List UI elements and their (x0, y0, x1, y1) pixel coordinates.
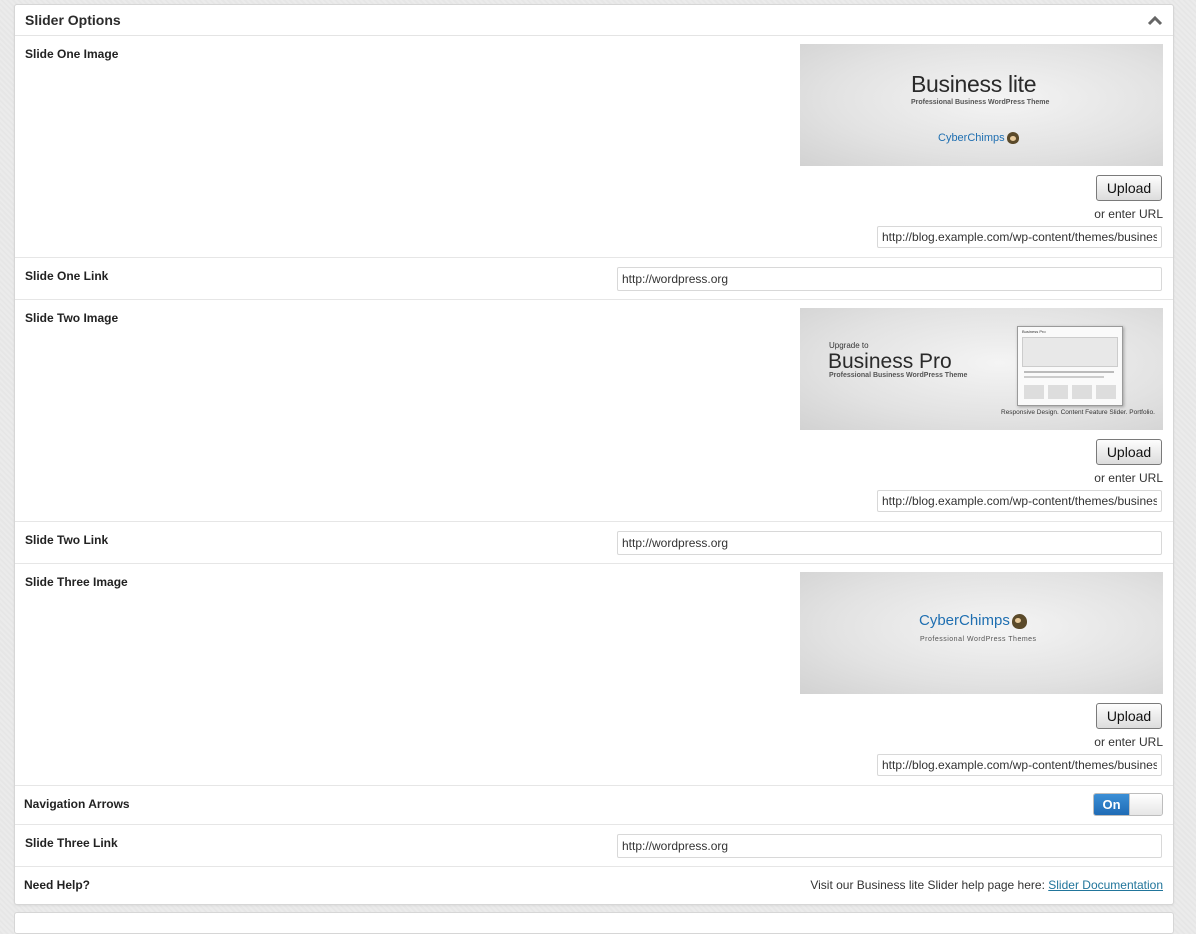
or-enter-url-text: or enter URL (1094, 735, 1163, 749)
slide-three-preview-image: CyberChimps Professional WordPress Theme… (800, 572, 1163, 694)
mini-site-line (1024, 376, 1104, 378)
slide-one-link-input[interactable] (617, 267, 1162, 291)
cyberchimps-logo: CyberChimps (919, 612, 1027, 629)
slide-three-image-label: Slide Three Image (25, 575, 128, 589)
slide-one-url-input[interactable] (877, 226, 1162, 248)
slide-three-url-input[interactable] (877, 754, 1162, 776)
slide-three-image-row: Slide Three Image CyberChimps Profession… (15, 564, 1173, 786)
slide-three-link-input[interactable] (617, 834, 1162, 858)
preview-caption: Responsive Design. Content Feature Slide… (1001, 409, 1155, 416)
slide-two-link-row: Slide Two Link (15, 522, 1173, 564)
navigation-arrows-label: Navigation Arrows (24, 797, 130, 811)
slide-one-upload-button[interactable]: Upload (1096, 175, 1162, 201)
toggle-on-label: On (1094, 794, 1129, 815)
slide-three-link-label: Slide Three Link (25, 836, 118, 850)
need-help-label: Need Help? (24, 878, 91, 892)
mini-site-block (1024, 385, 1044, 399)
slide-three-upload-button[interactable]: Upload (1096, 703, 1162, 729)
slider-documentation-link[interactable]: Slider Documentation (1048, 878, 1163, 892)
panel-header[interactable]: Slider Options (15, 5, 1173, 36)
panel-title: Slider Options (25, 12, 121, 28)
slide-two-image-row: Slide Two Image Upgrade to Business Pro … (15, 300, 1173, 522)
slide-one-preview-image: Business lite Professional Business Word… (800, 44, 1163, 166)
mini-site-banner (1022, 337, 1118, 367)
cyberchimps-logo: CyberChimps (938, 132, 1019, 145)
slide-two-link-input[interactable] (617, 531, 1162, 555)
chevron-up-icon[interactable] (1147, 14, 1163, 26)
slide-three-link-row: Slide Three Link (15, 825, 1173, 867)
or-enter-url-text: or enter URL (1094, 471, 1163, 485)
slide-two-upload-button[interactable]: Upload (1096, 439, 1162, 465)
slide-two-image-label: Slide Two Image (25, 311, 119, 325)
preview-title: Business Pro (828, 350, 952, 373)
preview-kicker: Upgrade to (829, 341, 869, 350)
theme-preview-thumbnail: Business Pro (1017, 326, 1123, 406)
slide-two-link-label: Slide Two Link (25, 533, 109, 547)
navigation-arrows-row: Navigation Arrows On (15, 786, 1173, 825)
toggle-knob[interactable] (1129, 794, 1162, 815)
help-text: Visit our Business lite Slider help page… (810, 878, 1163, 892)
next-options-panel (14, 912, 1174, 934)
preview-tagline: Professional Business WordPress Theme (829, 372, 968, 379)
need-help-row: Need Help? Visit our Business lite Slide… (15, 867, 1173, 904)
help-description: Visit our Business lite Slider help page… (810, 878, 1045, 892)
slide-two-url-input[interactable] (877, 490, 1162, 512)
brand-name: CyberChimps (938, 132, 1005, 144)
chimp-mascot-icon (1006, 132, 1019, 145)
mini-site-block (1048, 385, 1068, 399)
preview-tagline: Professional Business WordPress Theme (911, 99, 1050, 106)
mini-site-block (1096, 385, 1116, 399)
preview-title: Business lite (911, 71, 1037, 97)
preview-tagline: Professional WordPress Themes (920, 636, 1037, 643)
mini-site-line (1024, 371, 1114, 373)
slide-one-image-row: Slide One Image Business lite Profession… (15, 36, 1173, 258)
chimp-mascot-icon (1011, 613, 1027, 629)
or-enter-url-text: or enter URL (1094, 207, 1163, 221)
slider-options-panel: Slider Options Slide One Image Business … (14, 4, 1174, 905)
slide-one-link-label: Slide One Link (25, 269, 109, 283)
mini-site-block (1072, 385, 1092, 399)
slide-two-preview-image: Upgrade to Business Pro Professional Bus… (800, 308, 1163, 430)
navigation-arrows-toggle[interactable]: On (1093, 793, 1163, 816)
brand-name: CyberChimps (919, 612, 1010, 629)
slide-one-link-row: Slide One Link (15, 258, 1173, 300)
mini-site-name: Business Pro (1022, 329, 1046, 334)
slide-one-image-label: Slide One Image (25, 47, 119, 61)
